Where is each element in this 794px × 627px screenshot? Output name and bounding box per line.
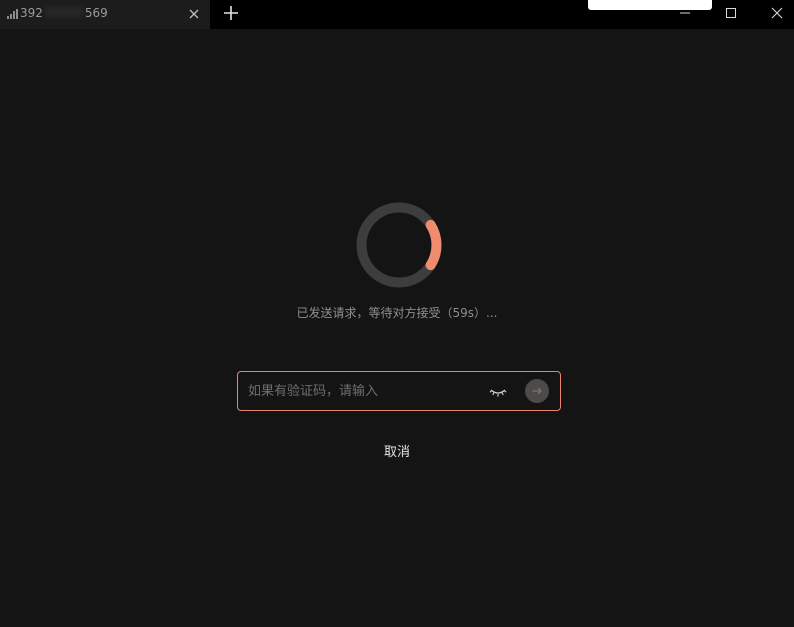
- session-tab[interactable]: 392 569: [0, 0, 210, 29]
- submit-code-button[interactable]: [525, 379, 549, 403]
- verification-code-input[interactable]: [248, 381, 478, 401]
- title-bar: 392 569: [0, 0, 794, 29]
- spinner-track: [356, 202, 442, 288]
- tab-label-start: 392: [20, 6, 43, 20]
- cancel-button[interactable]: 取消: [384, 445, 410, 460]
- tab-label-end: 569: [84, 6, 108, 20]
- minimize-button[interactable]: [662, 0, 708, 26]
- spinner-progress-arc: [356, 202, 442, 288]
- redacted-digits: [44, 6, 83, 18]
- minimize-icon: [680, 12, 690, 14]
- arrow-right-icon: [532, 387, 542, 395]
- plus-icon[interactable]: [222, 4, 240, 22]
- loading-ring-icon: [354, 200, 444, 290]
- signal-bars-icon: [7, 9, 18, 19]
- verification-code-field: [237, 371, 561, 411]
- maximize-icon: [726, 8, 736, 18]
- close-window-button[interactable]: [754, 0, 794, 26]
- close-icon: [771, 7, 783, 19]
- eye-closed-icon[interactable]: [489, 384, 507, 398]
- cancel-area: 取消: [0, 444, 794, 462]
- tab-label: 392 569: [20, 5, 108, 21]
- status-message: 已发送请求，等待对方接受（59s）...: [296, 306, 498, 320]
- maximize-button[interactable]: [708, 0, 754, 26]
- close-icon[interactable]: [186, 6, 202, 22]
